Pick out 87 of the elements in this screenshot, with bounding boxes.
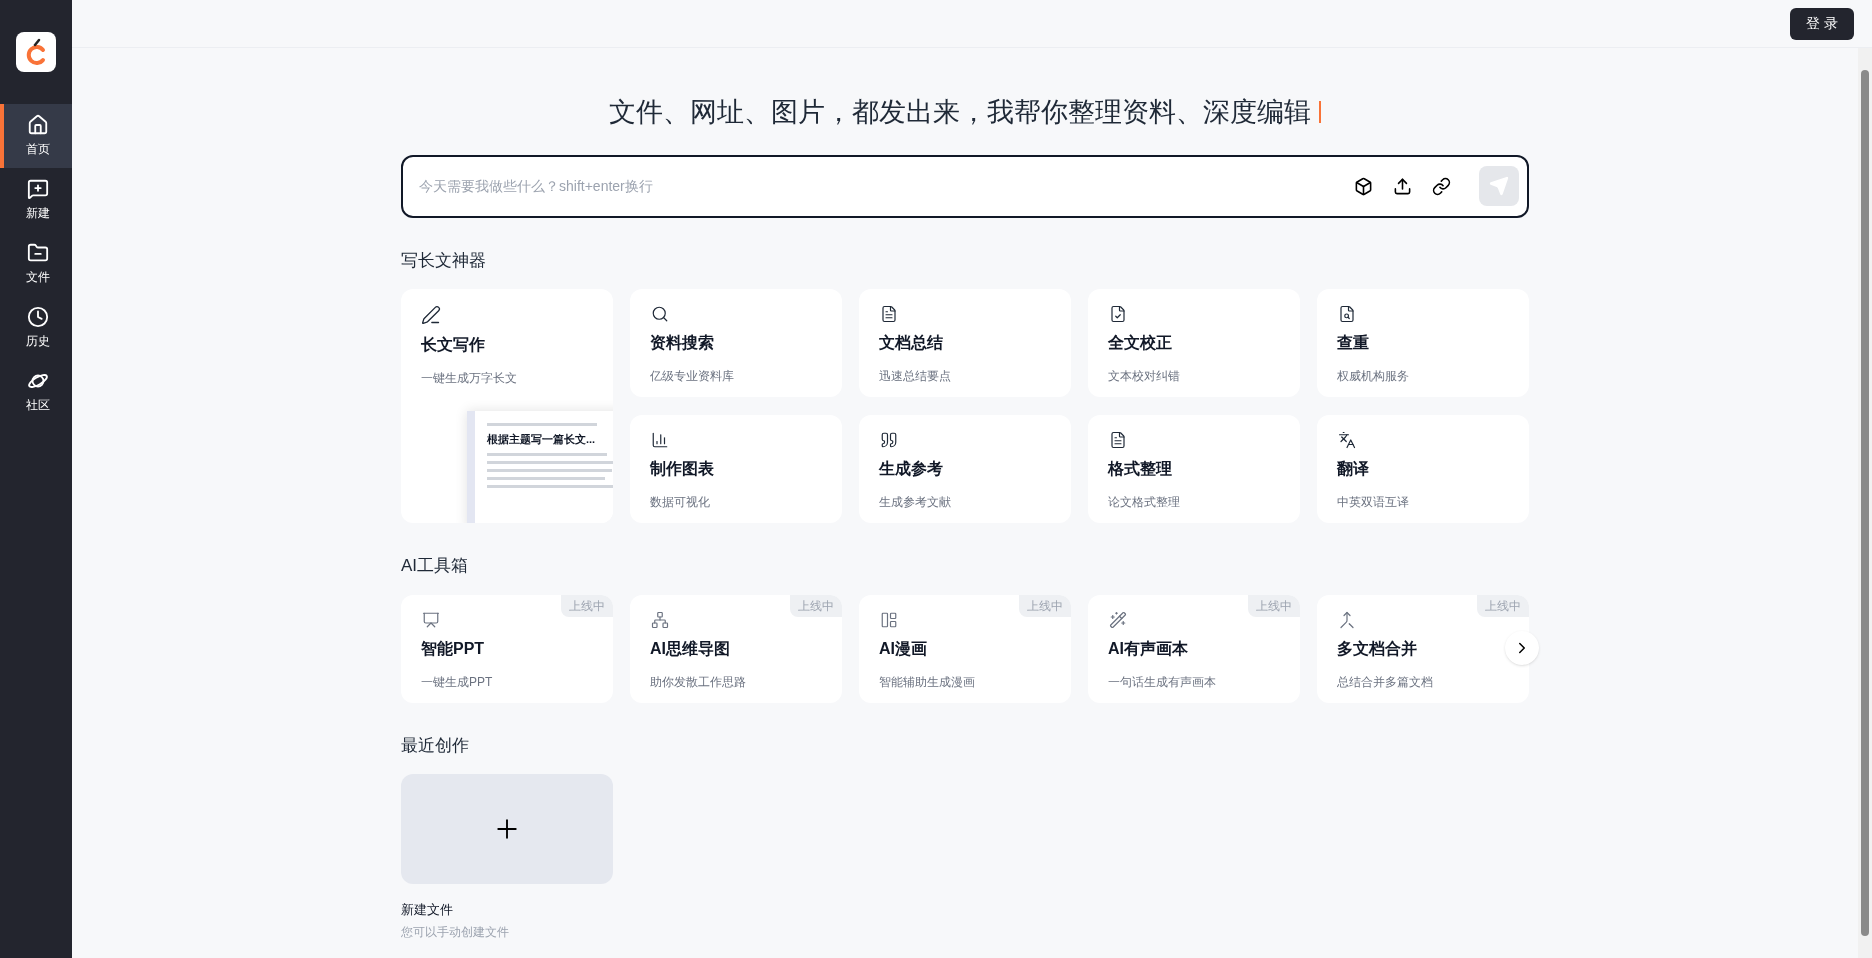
- link-icon[interactable]: [1432, 176, 1451, 196]
- new-file-title: 新建文件: [401, 901, 454, 919]
- home-icon: [27, 114, 49, 136]
- card-subtitle: 数据可视化: [650, 494, 710, 511]
- card-title: 生成参考: [879, 459, 943, 479]
- mind-map-icon: [650, 610, 670, 629]
- card-subtitle: 总结合并多篇文档: [1337, 673, 1433, 691]
- new-file-tile[interactable]: [401, 774, 613, 884]
- card-subtitle: 助你发散工作思路: [650, 673, 746, 691]
- clock-icon: [27, 306, 49, 328]
- card-subtitle: 一句话生成有声画本: [1108, 673, 1216, 691]
- section-title: 写长文神器: [401, 249, 487, 272]
- document-check-icon: [1108, 305, 1128, 323]
- card-title: 格式整理: [1108, 459, 1172, 479]
- document-icon: [1108, 431, 1128, 449]
- sidebar-item[interactable]: 首页: [0, 104, 72, 168]
- card-subtitle: 亿级专业资料库: [650, 368, 734, 385]
- tool-card[interactable]: 上线中 AI漫画 智能辅助生成漫画: [859, 594, 1071, 703]
- card-subtitle: 一键生成PPT: [421, 673, 493, 691]
- card-title: 智能PPT: [421, 638, 485, 659]
- tool-card[interactable]: 格式整理 论文格式整理: [1088, 415, 1300, 523]
- tool-card[interactable]: 上线中 智能PPT 一键生成PPT: [401, 594, 613, 703]
- document-search-icon: [1337, 305, 1357, 323]
- text-cursor: [1319, 101, 1321, 124]
- translate-icon: [1337, 431, 1357, 449]
- tool-card[interactable]: 资料搜索 亿级专业资料库: [630, 289, 842, 397]
- card-title: AI漫画: [879, 638, 927, 659]
- card-subtitle: 生成参考文献: [879, 494, 951, 511]
- upload-icon[interactable]: [1393, 176, 1412, 196]
- presentation-icon: [421, 610, 441, 629]
- app-logo[interactable]: [16, 32, 56, 72]
- tool-card[interactable]: 上线中 AI思维导图 助你发散工作思路: [630, 594, 842, 703]
- tool-card[interactable]: 上线中 多文档合并 总结合并多篇文档: [1317, 594, 1529, 703]
- card-subtitle: 一键生成万字长文: [421, 370, 517, 387]
- sidebar-item[interactable]: 新建: [0, 168, 72, 232]
- tool-card[interactable]: 制作图表 数据可视化: [630, 415, 842, 523]
- cube-icon[interactable]: [1354, 176, 1373, 196]
- card-title: 翻译: [1337, 459, 1369, 479]
- card-subtitle: 迅速总结要点: [879, 368, 951, 385]
- card-title: 文档总结: [879, 333, 943, 353]
- folder-icon: [27, 242, 49, 264]
- card-title: AI有声画本: [1108, 638, 1188, 659]
- tool-card[interactable]: 翻译 中英双语互译: [1317, 415, 1529, 523]
- sidebar-item[interactable]: 历史: [0, 296, 72, 360]
- card-title: 多文档合并: [1337, 638, 1417, 659]
- status-badge: 上线中: [1477, 594, 1529, 617]
- card-title: 查重: [1337, 333, 1369, 353]
- status-badge: 上线中: [1248, 594, 1300, 617]
- card-title: AI思维导图: [650, 638, 730, 659]
- tool-card[interactable]: 查重 权威机构服务: [1317, 289, 1529, 397]
- card-subtitle: 权威机构服务: [1337, 368, 1409, 385]
- card-subtitle: 论文格式整理: [1108, 494, 1180, 511]
- layout-icon: [879, 610, 899, 629]
- tool-card[interactable]: 生成参考 生成参考文献: [859, 415, 1071, 523]
- sidebar-item[interactable]: 文件: [0, 232, 72, 296]
- chat-plus-icon: [27, 178, 49, 200]
- pen-icon: [421, 305, 441, 325]
- card-title: 资料搜索: [650, 333, 714, 353]
- scrollbar[interactable]: [1858, 48, 1872, 958]
- new-file-subtitle: 您可以手动创建文件: [401, 923, 510, 941]
- hero-title: 文件、网址、图片，都发出来，我帮你整理资料、深度编辑: [609, 96, 1311, 129]
- search-icon: [650, 305, 670, 323]
- status-badge: 上线中: [790, 594, 842, 617]
- section-title: 最近创作: [401, 734, 470, 757]
- tool-card[interactable]: 文档总结 迅速总结要点: [859, 289, 1071, 397]
- send-icon: [1489, 176, 1509, 196]
- status-badge: 上线中: [561, 594, 613, 617]
- card-title: 制作图表: [650, 459, 714, 479]
- preview-title: 根据主题写一篇长文...: [487, 432, 597, 447]
- prompt-field[interactable]: 今天需要我做些什么？shift+enter换行: [419, 175, 1334, 197]
- card-subtitle: 文本校对纠错: [1108, 368, 1180, 385]
- section-title: AI工具箱: [401, 555, 470, 577]
- card-title: 全文校正: [1108, 333, 1172, 353]
- quote-icon: [879, 431, 899, 449]
- prompt-box[interactable]: 今天需要我做些什么？shift+enter换行: [401, 154, 1529, 218]
- login-button[interactable]: 登 录: [1790, 7, 1854, 40]
- card-subtitle: 智能辅助生成漫画: [879, 673, 975, 691]
- tool-card[interactable]: 上线中 AI有声画本 一句话生成有声画本: [1088, 594, 1300, 703]
- card-subtitle: 中英双语互译: [1337, 494, 1409, 511]
- tool-card[interactable]: 全文校正 文本校对纠错: [1088, 289, 1300, 397]
- merge-icon: [1337, 610, 1357, 629]
- status-badge: 上线中: [1019, 594, 1071, 617]
- featured-card[interactable]: 长文写作 一键生成万字长文 根据主题写一篇长文...: [401, 289, 613, 523]
- magic-wand-icon: [1108, 610, 1128, 629]
- sidebar-item[interactable]: 社区: [0, 360, 72, 424]
- card-title: 长文写作: [421, 335, 485, 355]
- bar-chart-icon: [650, 431, 670, 449]
